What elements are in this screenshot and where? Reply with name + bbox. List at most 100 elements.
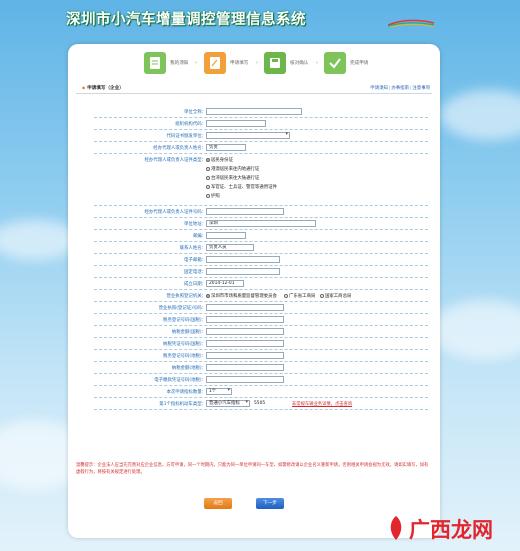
id-issuer-label: 代码证书颁发单位：: [166, 134, 206, 139]
row-contact: 联系人姓名： 负责人员: [94, 242, 428, 254]
tax-amount1-label: 纳税金额(国税)：: [171, 330, 206, 335]
next-button[interactable]: 下一步: [256, 498, 284, 509]
company-name-label: 单位全称：: [184, 110, 206, 115]
car-type-select[interactable]: 普通小汽车指标: [206, 400, 250, 407]
tax-record1-label: 纳税凭证号码(国税)：: [163, 342, 206, 347]
postcode-input[interactable]: [206, 232, 246, 239]
row-address: 单位地址： 深圳: [94, 218, 428, 230]
progress-steps: 我的须知 › 申请填写 › 核对确认 › 完成申请: [144, 52, 404, 74]
check-icon: [324, 52, 346, 74]
email-input[interactable]: [206, 256, 280, 263]
org-code-input[interactable]: [206, 120, 266, 127]
row-tax-amount1: 纳税金额(国税)：: [94, 326, 428, 338]
row-tax-record1: 纳税凭证号码(国税)：: [94, 338, 428, 350]
section-header: 申请填写（企业） 申请须知|办事指南|注意事项: [76, 82, 432, 94]
row-id-type: 经办代理人或负责人证件类型： 居民身份证 港澳居民来往内地通行证 台湾居民来往大…: [94, 154, 428, 206]
logo-swoosh-icon: [388, 19, 434, 27]
agent-name-label: 经办代理人或负责人姓名：: [153, 146, 206, 151]
email-label: 电子邮箱：: [184, 258, 206, 263]
warm-tip: 温馨提示：企业法人应当先完善对应企业信息，方可申请，同一个时期内，只能为同一单位…: [76, 463, 429, 475]
save-icon: [264, 52, 286, 74]
tax-no2-label: 税务登记号码(地税)：: [163, 354, 206, 359]
id-number-label: 经办代理人或负责人证件号码：: [144, 210, 206, 215]
address-input[interactable]: 深圳: [206, 220, 316, 227]
phone-input[interactable]: [206, 268, 280, 275]
id-type-option[interactable]: 台湾居民来往大陆通行证: [206, 175, 259, 181]
id-type-option[interactable]: 港澳居民来往内地通行证: [206, 166, 259, 172]
tax-no1-input[interactable]: [206, 316, 284, 323]
watermark: 广西龙网: [385, 508, 519, 548]
main-panel: 我的须知 › 申请填写 › 核对确认 › 完成申请 申请填写（企业） 申请须知|…: [68, 44, 440, 538]
tax-no2-input[interactable]: [206, 352, 284, 359]
id-number-input[interactable]: [206, 208, 284, 215]
row-postcode: 邮编：: [94, 230, 428, 242]
watermark-text: 广西龙网: [409, 518, 493, 542]
row-tax-no2: 税务登记号码(地税)：: [94, 350, 428, 362]
authority-option[interactable]: 广东省工商局: [284, 293, 315, 299]
row-agent-name: 经办代理人或负责人姓名： 负责: [94, 142, 428, 154]
row-company-name: 单位全称：: [94, 106, 428, 118]
org-code-label: 组织机构代码：: [175, 122, 206, 127]
authority-option[interactable]: 国家工商总局: [320, 293, 351, 299]
back-button[interactable]: 返回: [204, 498, 232, 509]
tax-no1-label: 税务登记号码(国税)：: [163, 318, 206, 323]
row-car-type: 第1个指标机动车类型： 普通小汽车指标 5505 非常规车辆业务详情，点击查询: [94, 398, 428, 410]
agent-name-input[interactable]: 负责: [206, 144, 246, 151]
id-type-option[interactable]: 军官证、士兵证、警官等通用证件: [206, 184, 277, 190]
tax-record2-label: 电子缴款凭证号码(地税)：: [154, 378, 206, 383]
row-phone: 固定电话：: [94, 266, 428, 278]
id-type-option[interactable]: 护照: [206, 193, 220, 199]
authority-option[interactable]: 深圳市市场和质量监督管理委员会: [206, 293, 277, 299]
logo: [386, 6, 436, 30]
link-attention[interactable]: 注意事项: [412, 86, 430, 91]
radio-icon: [284, 293, 288, 298]
license-label: 营业执照(登记证)号码：: [158, 306, 206, 311]
radio-icon: [206, 184, 210, 189]
radio-icon: [206, 166, 210, 171]
postcode-label: 邮编：: [192, 234, 206, 239]
step-label: 我的须知: [170, 61, 189, 66]
address-label: 单位地址：: [184, 222, 206, 227]
app-title: 深圳市小汽车增量调控管理信息系统: [66, 12, 306, 28]
license-input[interactable]: [206, 304, 284, 311]
row-reg-date: 成立日期： 2014-12-01: [94, 278, 428, 290]
tax-amount2-input[interactable]: [206, 364, 284, 371]
row-tax-amount2: 纳税金额(地税)：: [94, 362, 428, 374]
step-arrow-icon: ›: [195, 60, 197, 66]
step-label: 完成申请: [350, 61, 369, 66]
document-icon: [144, 52, 166, 74]
id-issuer-select[interactable]: [206, 132, 290, 139]
edit-icon: [204, 52, 226, 74]
top-links: 申请须知|办事指南|注意事项: [370, 86, 430, 91]
tax-record1-input[interactable]: [206, 340, 284, 347]
link-guide[interactable]: 办事指南: [391, 86, 409, 91]
row-id-number: 经办代理人或负责人证件号码：: [94, 206, 428, 218]
company-name-input[interactable]: [206, 108, 302, 115]
radio-icon: [206, 193, 210, 198]
row-license: 营业执照(登记证)号码：: [94, 302, 428, 314]
apply-count-select[interactable]: 1个: [206, 388, 232, 395]
car-type-label: 第1个指标机动车类型：: [159, 402, 206, 407]
row-tax-record2: 电子缴款凭证号码(地税)：: [94, 374, 428, 386]
id-type-label: 经办代理人或负责人证件类型：: [144, 158, 206, 163]
car-type-detail-link[interactable]: 非常规车辆业务详情，点击查询: [292, 401, 352, 407]
contact-label: 联系人姓名：: [179, 246, 206, 251]
link-notice[interactable]: 申请须知: [370, 86, 388, 91]
car-type-code: 5505: [254, 401, 266, 406]
contact-input[interactable]: 负责人员: [206, 244, 254, 251]
row-id-issuer: 代码证书颁发单位：: [94, 130, 428, 142]
step-label: 核对确认: [290, 61, 309, 66]
tax-amount2-label: 纳税金额(地税)：: [171, 366, 206, 371]
reg-authority-label: 营业执照登记机关：: [166, 294, 206, 299]
id-type-option[interactable]: 居民身份证: [206, 157, 233, 163]
phone-label: 固定电话：: [184, 270, 206, 275]
tax-amount1-input[interactable]: [206, 328, 284, 335]
tax-record2-input[interactable]: [206, 376, 284, 383]
radio-checked-icon: [206, 157, 210, 162]
row-tax-no1: 税务登记号码(国税)：: [94, 314, 428, 326]
step-arrow-icon: ›: [256, 60, 258, 66]
watermark-logo-icon: [390, 516, 402, 540]
reg-date-input[interactable]: 2014-12-01: [206, 280, 244, 287]
apply-count-label: 本次申请指标数量：: [166, 390, 206, 395]
row-email: 电子邮箱：: [94, 254, 428, 266]
